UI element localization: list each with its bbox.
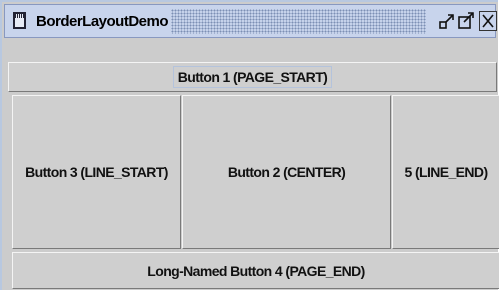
window-icon[interactable] [13,12,26,29]
page-end-button-label: Long-Named Button 4 (PAGE_END) [147,262,365,279]
line-start-button-label: Button 3 (LINE_START) [25,164,168,180]
page-end-button[interactable]: Long-Named Button 4 (PAGE_END) [12,252,499,289]
maximize-icon[interactable] [457,11,475,31]
line-end-button[interactable]: 5 (LINE_END) [392,95,499,249]
window-title: BorderLayoutDemo [36,13,169,30]
close-icon[interactable] [479,11,497,31]
line-end-button-label: 5 (LINE_END) [404,164,488,180]
page-start-button[interactable]: Button 1 (PAGE_START) [8,62,497,92]
center-button[interactable]: Button 2 (CENTER) [182,95,391,249]
center-button-label: Button 2 (CENTER) [227,164,346,180]
app-window: BorderLayoutDemo Button 1 (PAGE_START) B… [0,0,499,290]
title-bar[interactable]: BorderLayoutDemo [4,4,497,38]
iconify-icon[interactable] [438,11,456,31]
title-bar-texture [171,9,426,34]
line-start-button[interactable]: Button 3 (LINE_START) [12,95,181,249]
page-start-button-label: Button 1 (PAGE_START) [172,66,333,88]
